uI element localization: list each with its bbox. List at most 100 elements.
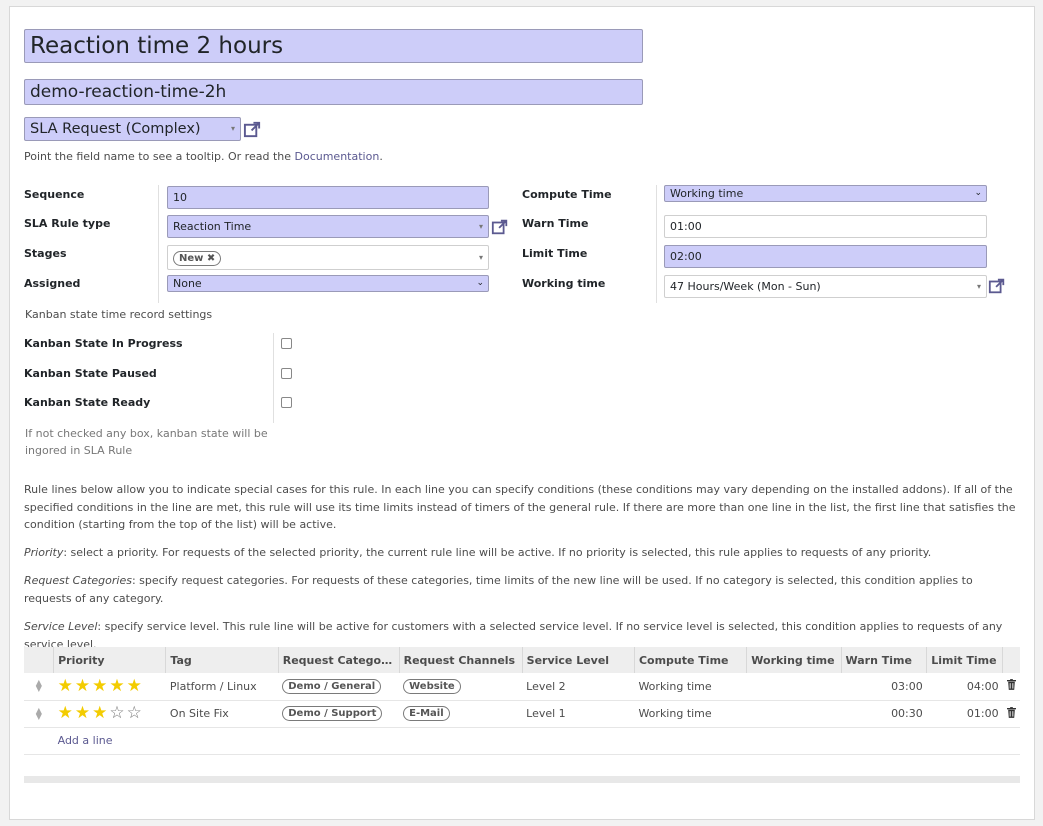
priority-stars[interactable]: ★★★☆☆: [53, 700, 166, 728]
add-line-spacer: [24, 727, 54, 755]
priority-help: Priority: select a priority. For request…: [24, 544, 1020, 562]
star-icon[interactable]: ★: [75, 676, 92, 696]
hint-text: Point the field name to see a tooltip. O…: [24, 150, 295, 163]
external-link-icon[interactable]: [988, 277, 1006, 295]
compute-time-select[interactable]: Working time ⌄: [664, 185, 987, 202]
chevron-down-icon: ⌄: [974, 188, 982, 198]
assigned-label: Assigned: [24, 277, 81, 290]
chevron-down-icon: ▾: [230, 124, 235, 133]
sequence-input[interactable]: 10: [167, 186, 489, 209]
rule-code-input[interactable]: demo-reaction-time-2h: [24, 79, 643, 105]
header-compute-time[interactable]: Compute Time: [633, 647, 747, 673]
working-time-select[interactable]: 47 Hours/Week (Mon - Sun) ▾: [664, 275, 987, 298]
drag-handle-icon[interactable]: ▲ ▼: [24, 673, 54, 701]
limit-time-label: Limit Time: [522, 247, 588, 260]
sla-type-value: SLA Request (Complex): [30, 121, 201, 137]
row-category: Demo / Support: [278, 700, 400, 728]
row-compute-time: Working time: [634, 700, 747, 728]
external-link-icon[interactable]: [491, 218, 509, 236]
row-compute-time: Working time: [634, 673, 747, 701]
limit-time-input[interactable]: 02:00: [664, 245, 987, 268]
star-icon[interactable]: ★: [109, 676, 126, 696]
header-limit-time[interactable]: Limit Time: [926, 647, 1003, 673]
row-limit-time: 04:00: [926, 673, 1003, 701]
header-tag[interactable]: Tag: [165, 647, 279, 673]
chevron-down-icon: ▾: [478, 253, 483, 262]
categories-help-text: : specify request categories. For reques…: [24, 574, 973, 605]
row-service-level: Level 1: [522, 700, 635, 728]
header-request-channels[interactable]: Request Channels: [398, 647, 523, 673]
table-row[interactable]: ▲ ▼ ★★★★★ Platform / Linux Demo / General…: [24, 673, 1020, 701]
star-icon[interactable]: ☆: [127, 703, 144, 723]
service-level-term: Service Level: [24, 620, 98, 633]
header-request-category[interactable]: Request Catego…: [277, 647, 400, 673]
star-icon[interactable]: ★: [92, 703, 109, 723]
add-line-cell: Add a line: [53, 727, 1020, 755]
close-icon[interactable]: ✖: [207, 253, 215, 264]
sla-type-select[interactable]: SLA Request (Complex) ▾: [24, 117, 241, 141]
delete-header: [1002, 647, 1020, 673]
header-priority[interactable]: Priority: [53, 647, 166, 673]
stage-tag: New ✖: [173, 251, 222, 266]
working-time-value: 47 Hours/Week (Mon - Sun): [670, 280, 821, 293]
channel-tag: Website: [403, 678, 461, 694]
kanban-in-progress-label: Kanban State In Progress: [24, 337, 183, 350]
working-time-label: Working time: [522, 277, 606, 290]
stages-many2many[interactable]: New ✖ ▾: [167, 245, 489, 270]
star-icon[interactable]: ★: [127, 676, 144, 696]
stage-tag-label: New: [179, 253, 204, 264]
priority-stars[interactable]: ★★★★★: [53, 673, 166, 701]
priority-help-text: : select a priority. For requests of the…: [63, 546, 932, 559]
star-icon[interactable]: ★: [58, 676, 75, 696]
hint-end: .: [379, 150, 383, 163]
table-row[interactable]: ▲ ▼ ★★★☆☆ On Site Fix Demo / Support E-Ma…: [24, 700, 1020, 728]
row-limit-time: 01:00: [926, 700, 1003, 728]
category-tag: Demo / General: [282, 678, 382, 694]
kanban-in-progress-checkbox[interactable]: [281, 338, 292, 349]
add-line-row: Add a line: [24, 727, 1020, 755]
rule-name-input[interactable]: Reaction time 2 hours: [24, 29, 643, 63]
stages-label: Stages: [24, 247, 67, 260]
documentation-link[interactable]: Documentation: [295, 150, 380, 163]
priority-term: Priority: [24, 546, 64, 559]
handle-header: [24, 647, 54, 673]
row-channel: Website: [399, 673, 523, 701]
star-icon[interactable]: ★: [92, 676, 109, 696]
header-service-level[interactable]: Service Level: [521, 647, 635, 673]
add-line-link[interactable]: Add a line: [58, 734, 113, 747]
group-divider: [158, 185, 159, 303]
row-working-time: [746, 673, 841, 701]
group-divider-right: [656, 185, 657, 303]
row-service-level: Level 2: [522, 673, 635, 701]
star-icon[interactable]: ☆: [109, 703, 126, 723]
trash-icon[interactable]: [1002, 700, 1020, 728]
external-link-icon[interactable]: [243, 120, 262, 139]
kanban-ready-checkbox[interactable]: [281, 397, 292, 408]
service-level-help-text: : specify service level. This rule line …: [24, 620, 1003, 651]
form-sheet: Reaction time 2 hours demo-reaction-time…: [9, 6, 1035, 820]
table-header-row: Priority Tag Request Catego… Request Cha…: [24, 647, 1020, 673]
header-working-time[interactable]: Working time: [746, 647, 841, 673]
rule-type-select[interactable]: Reaction Time ▾: [167, 215, 489, 238]
kanban-paused-checkbox[interactable]: [281, 368, 292, 379]
header-warn-time[interactable]: Warn Time: [840, 647, 927, 673]
warn-time-input[interactable]: 01:00: [664, 215, 987, 238]
categories-help: Request Categories: specify request cate…: [24, 572, 1020, 607]
assigned-select[interactable]: None ⌄: [167, 275, 489, 292]
kanban-note-line2: ingored in SLA Rule: [25, 444, 133, 457]
rule-lines-table: Priority Tag Request Catego… Request Cha…: [24, 647, 1020, 755]
warn-time-label: Warn Time: [522, 217, 589, 230]
star-icon[interactable]: ★: [75, 703, 92, 723]
row-category: Demo / General: [278, 673, 400, 701]
row-warn-time: 00:30: [841, 700, 927, 728]
kanban-note-line1: If not checked any box, kanban state wil…: [25, 427, 268, 440]
row-tag: On Site Fix: [165, 700, 279, 728]
star-icon[interactable]: ★: [58, 703, 75, 723]
drag-handle-icon[interactable]: ▲ ▼: [24, 700, 54, 728]
chevron-down-icon: ▾: [478, 222, 483, 231]
assigned-value: None: [173, 277, 202, 290]
kanban-divider: [273, 333, 274, 423]
rule-type-value: Reaction Time: [173, 220, 252, 233]
trash-icon[interactable]: [1002, 673, 1020, 701]
row-channel: E-Mail: [399, 700, 523, 728]
